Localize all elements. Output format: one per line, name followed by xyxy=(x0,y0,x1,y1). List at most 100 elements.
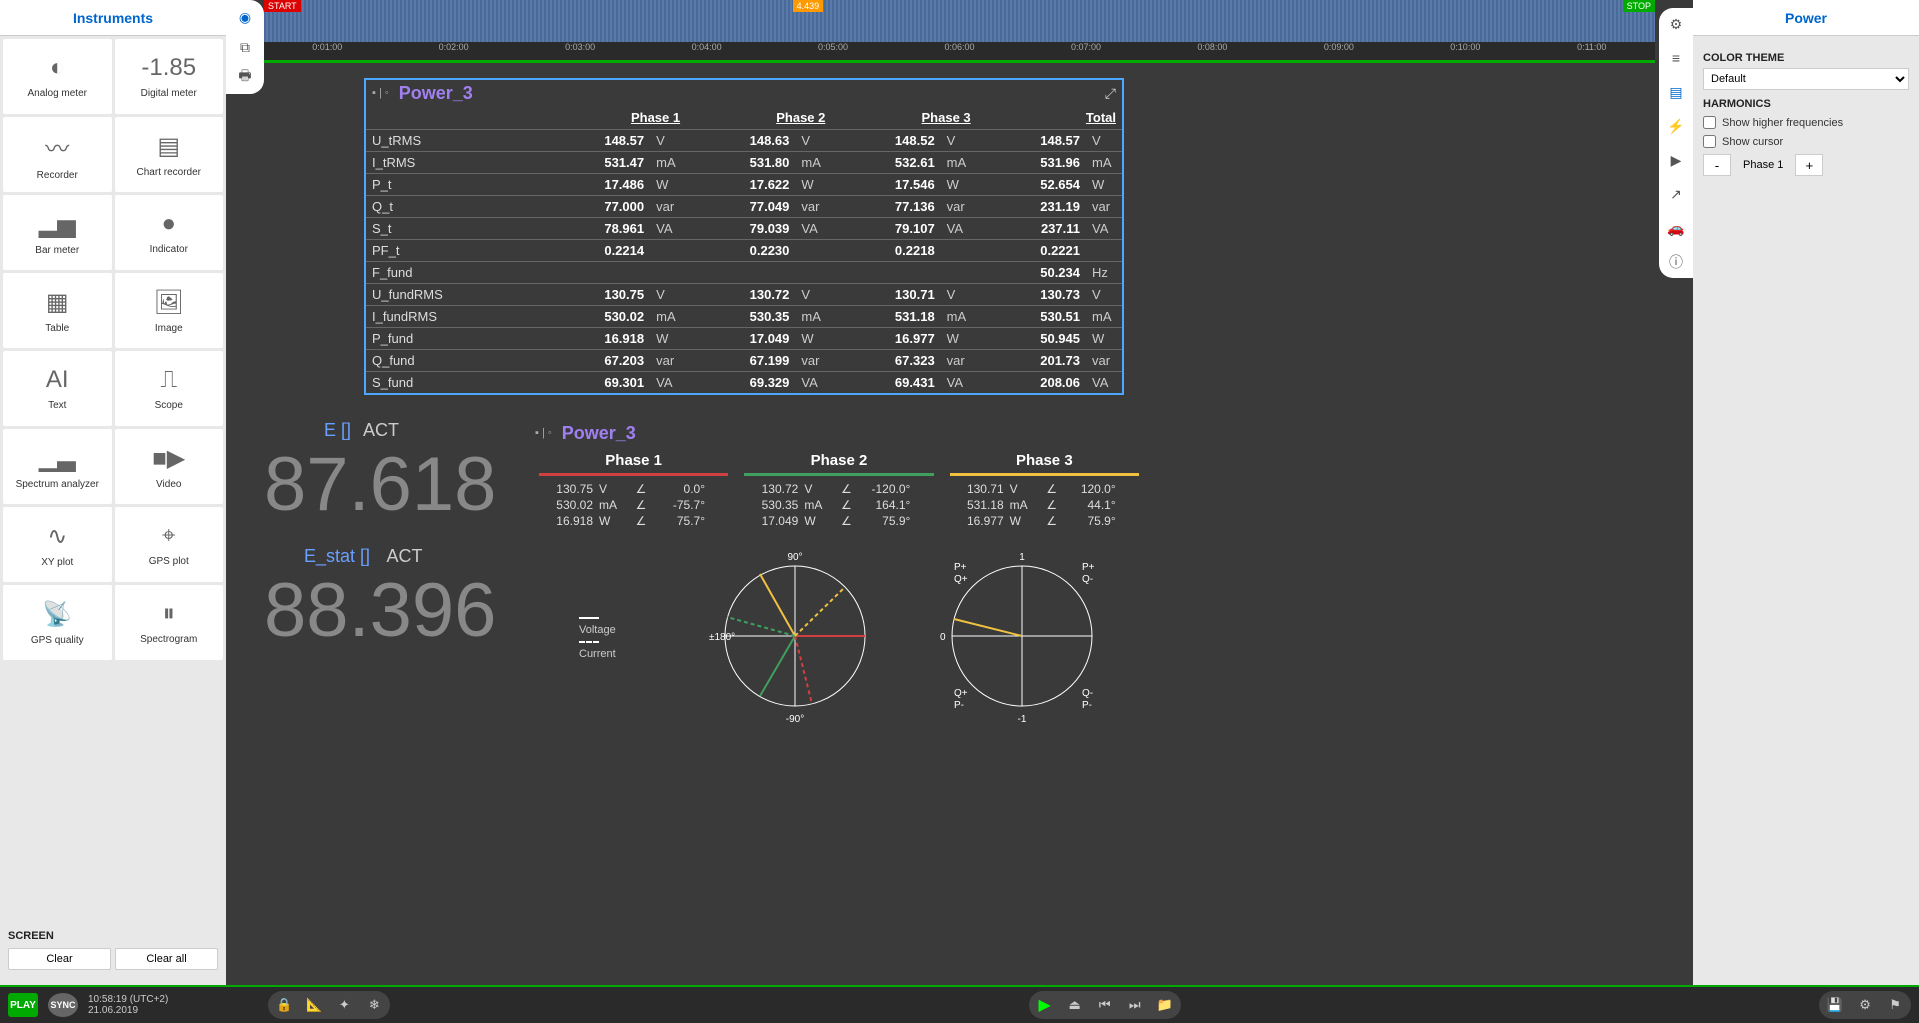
instrument-glyph: ▁▃ xyxy=(39,444,76,473)
folder-button[interactable]: 📁 xyxy=(1151,993,1179,1017)
flag-icon[interactable]: ⚑ xyxy=(1881,993,1909,1017)
table-row: P_fund16.918W17.049W16.977W50.945W xyxy=(366,328,1122,350)
svg-text:90°: 90° xyxy=(788,552,803,563)
svg-text:0: 0 xyxy=(940,632,946,643)
instrument-bar-meter[interactable]: ▂▅Bar meter xyxy=(3,195,112,270)
time-tick: 0:11:00 xyxy=(1577,42,1606,52)
svg-text:-90°: -90° xyxy=(786,714,804,725)
screen-label: SCREEN xyxy=(8,930,218,942)
play-badge[interactable]: PLAY xyxy=(8,993,38,1017)
position-marker[interactable]: 4.439 xyxy=(793,0,824,12)
phase-column-1: Phase 1130.75V∠0.0°530.02mA∠-75.7°16.918… xyxy=(539,452,728,530)
list-icon[interactable]: ≡ xyxy=(1666,48,1686,68)
wand-icon[interactable]: ✦ xyxy=(330,993,358,1017)
copy-icon[interactable]: ⧉ xyxy=(234,36,256,58)
show-cursor-checkbox[interactable]: Show cursor xyxy=(1703,135,1909,148)
phase-value: Phase 1 xyxy=(1735,159,1791,171)
time-tick: 0:05:00 xyxy=(818,42,848,52)
settings-icon[interactable]: ⚙ xyxy=(1666,14,1686,34)
instrument-chart-recorder[interactable]: ▤Chart recorder xyxy=(115,117,224,192)
playback-group: ▶ ⏏ ⏮ ⏭ 📁 xyxy=(1029,991,1181,1019)
instrument-glyph: ▂▅ xyxy=(39,210,76,239)
snow-icon[interactable]: ❄ xyxy=(360,993,388,1017)
flash-icon[interactable]: ⚡ xyxy=(1666,116,1686,136)
instruments-title: Instruments xyxy=(0,0,226,36)
properties-title: Power xyxy=(1693,0,1919,36)
instrument-glyph: ◐ xyxy=(50,54,65,82)
print-icon[interactable]: 🖶 xyxy=(234,66,256,88)
instrument-glyph: ∿ xyxy=(47,522,67,551)
cursor-icon[interactable]: ▶ xyxy=(1666,150,1686,170)
save-icon[interactable]: 💾 xyxy=(1821,993,1849,1017)
instrument-digital-meter[interactable]: -1.85Digital meter xyxy=(115,39,224,114)
instrument-scope[interactable]: ⎍Scope xyxy=(115,351,224,426)
time-tick: 0:02:00 xyxy=(439,42,469,52)
color-theme-select[interactable]: Default xyxy=(1703,68,1909,90)
time-tick: 0:09:00 xyxy=(1324,42,1354,52)
time-tick: 0:06:00 xyxy=(944,42,974,52)
phase-plus-button[interactable]: + xyxy=(1795,154,1823,176)
phasor-legend: Voltage Current xyxy=(579,612,635,660)
show-higher-freq-checkbox[interactable]: Show higher frequencies xyxy=(1703,116,1909,129)
widget-mode-icons[interactable]: ▪ | ◦ xyxy=(372,87,389,99)
play-button[interactable]: ▶ xyxy=(1031,993,1059,1017)
waveform-overview[interactable]: START 4.439 STOP xyxy=(264,0,1655,42)
instrument-spectrogram[interactable]: ⏸Spectrogram xyxy=(115,585,224,660)
svg-text:P+: P+ xyxy=(954,562,967,573)
gear-icon[interactable]: ⚙ xyxy=(1851,993,1879,1017)
bottom-toolbar: PLAY SYNC 10:58:19 (UTC+2) 21.06.2019 🔒 … xyxy=(0,985,1919,1023)
power-table-widget[interactable]: ▪ | ◦ Power_3 ⤢ Phase 1Phase 2Phase 3Tot… xyxy=(364,78,1124,395)
table-row: I_fundRMS530.02mA530.35mA531.18mA530.51m… xyxy=(366,306,1122,328)
instrument-indicator[interactable]: ●Indicator xyxy=(115,195,224,270)
instrument-glyph: ● xyxy=(162,210,177,238)
clear-all-button[interactable]: Clear all xyxy=(115,948,218,970)
instrument-image[interactable]: 🖼Image xyxy=(115,273,224,348)
instrument-text[interactable]: AIText xyxy=(3,351,112,426)
instrument-glyph: ⌖ xyxy=(162,522,176,550)
instrument-spectrum-analyzer[interactable]: ▁▃Spectrum analyzer xyxy=(3,429,112,504)
rows-icon[interactable]: ▤ xyxy=(1666,82,1686,102)
time-tick: 0:04:00 xyxy=(692,42,722,52)
timeline[interactable]: START 4.439 STOP 0:01:000:02:000:03:000:… xyxy=(264,0,1655,60)
table-row: Q_fund67.203var67.199var67.323var201.73v… xyxy=(366,350,1122,372)
lock-icon[interactable]: 🔒 xyxy=(270,993,298,1017)
info-icon[interactable]: ⓘ xyxy=(1666,252,1686,272)
instrument-glyph: ⎍ xyxy=(160,366,177,394)
left-tool-strip: ◉ ⧉ 🖶 xyxy=(226,0,264,94)
phase-column-3: Phase 3130.71V∠120.0°531.18mA∠44.1°16.97… xyxy=(950,452,1139,530)
eject-button[interactable]: ⏏ xyxy=(1061,993,1089,1017)
expand-icon[interactable]: ⤢ xyxy=(1105,85,1116,102)
instrument-glyph: 📡 xyxy=(42,600,72,629)
svg-text:Q+: Q+ xyxy=(954,688,968,699)
instrument-glyph: AI xyxy=(46,366,69,394)
instrument-gps-quality[interactable]: 📡GPS quality xyxy=(3,585,112,660)
instrument-gps-plot[interactable]: ⌖GPS plot xyxy=(115,507,224,582)
phasor-mode-icons[interactable]: ▪ | ◦ xyxy=(535,427,552,439)
instrument-table[interactable]: ▦Table xyxy=(3,273,112,348)
main-area: ▪ | ◦ Power_3 ⤢ Phase 1Phase 2Phase 3Tot… xyxy=(264,70,1659,983)
instrument-analog-meter[interactable]: ◐Analog meter xyxy=(3,39,112,114)
instrument-video[interactable]: ■▶Video xyxy=(115,429,224,504)
instruments-panel: Instruments ◐Analog meter-1.85Digital me… xyxy=(0,0,226,1023)
clear-button[interactable]: Clear xyxy=(8,948,111,970)
table-row: PF_t0.22140.22300.22180.2221 xyxy=(366,240,1122,262)
sync-button[interactable]: SYNC xyxy=(48,993,78,1017)
record-icon[interactable]: ◉ xyxy=(234,6,256,28)
ruler-icon[interactable]: 📐 xyxy=(300,993,328,1017)
readout2-label: E_stat [] xyxy=(304,546,370,566)
car-icon[interactable]: 🚗 xyxy=(1666,218,1686,238)
table-row: U_tRMS148.57V148.63V148.52V148.57V xyxy=(366,130,1122,152)
phase-column-2: Phase 2130.72V∠-120.0°530.35mA∠164.1°17.… xyxy=(744,452,933,530)
share-icon[interactable]: ↗ xyxy=(1666,184,1686,204)
phase-minus-button[interactable]: - xyxy=(1703,154,1731,176)
table-row: Q_t77.000var77.049var77.136var231.19var xyxy=(366,196,1122,218)
instrument-recorder[interactable]: 〰Recorder xyxy=(3,117,112,192)
instrument-xy-plot[interactable]: ∿XY plot xyxy=(3,507,112,582)
color-theme-label: COLOR THEME xyxy=(1703,52,1909,64)
time-tick: 0:10:00 xyxy=(1450,42,1480,52)
readout1-label: E []ACT xyxy=(324,420,399,440)
next-button[interactable]: ⏭ xyxy=(1121,993,1149,1017)
prev-button[interactable]: ⏮ xyxy=(1091,993,1119,1017)
phasor-widget[interactable]: ▪ | ◦ Power_3 Phase 1130.75V∠0.0°530.02m… xyxy=(529,420,1149,736)
readout2-value: 88.396 xyxy=(264,567,496,654)
